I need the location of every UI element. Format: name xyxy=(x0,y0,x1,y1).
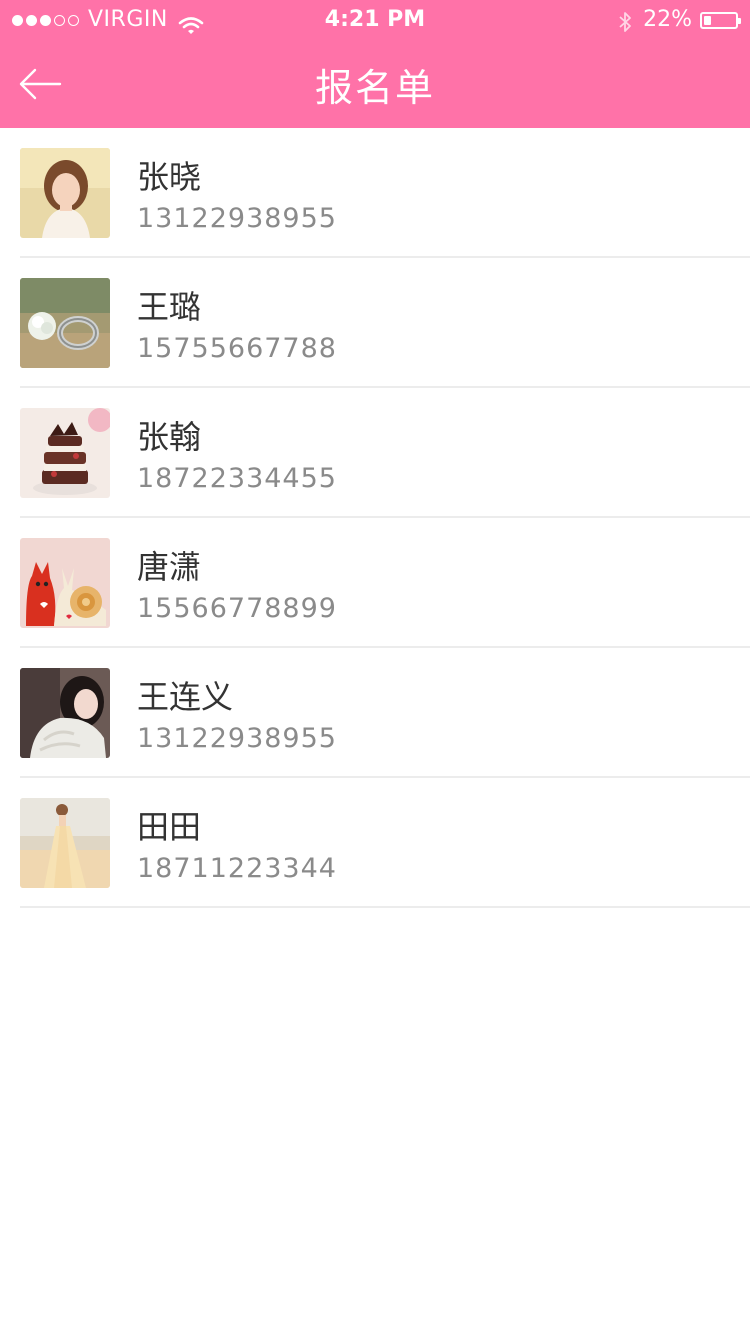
registrant-name: 王连义 xyxy=(137,678,234,716)
ring-flower-avatar xyxy=(20,278,110,368)
bluetooth-icon xyxy=(617,8,633,32)
list-item[interactable]: 唐潇 15566778899 xyxy=(0,518,750,648)
list-item[interactable]: 王连义 13122938955 xyxy=(0,648,750,778)
page-title: 报名单 xyxy=(314,66,435,110)
divider xyxy=(20,906,750,908)
list-item[interactable]: 田田 18711223344 xyxy=(0,778,750,908)
registrant-phone: 13122938955 xyxy=(137,723,337,754)
registrant-name: 张晓 xyxy=(137,158,202,196)
list-item[interactable]: 张晓 13122938955 xyxy=(0,128,750,258)
registrant-phone: 15566778899 xyxy=(137,593,337,624)
registrant-phone: 18722334455 xyxy=(137,463,337,494)
woman-portrait-avatar xyxy=(20,148,110,238)
header: VIRGIN 4:21 PM 22% 报名单 xyxy=(0,0,750,128)
battery-icon xyxy=(700,11,741,29)
status-right: 22% xyxy=(617,0,741,40)
registrant-phone: 18711223344 xyxy=(137,853,337,884)
list-item[interactable]: 张翰 18722334455 xyxy=(0,388,750,518)
nav-bar: 报名单 xyxy=(0,40,750,128)
list-item[interactable]: 王璐 15755667788 xyxy=(0,258,750,388)
girl-sweater-avatar xyxy=(20,668,110,758)
battery-level xyxy=(704,15,711,25)
registrant-name: 张翰 xyxy=(137,418,202,456)
registrant-name: 王璐 xyxy=(137,288,202,326)
registrant-phone: 15755667788 xyxy=(137,333,337,364)
battery-percent: 22% xyxy=(643,7,692,32)
cake-avatar xyxy=(20,408,110,498)
registrant-name: 唐潇 xyxy=(137,548,202,586)
beach-dress-avatar xyxy=(20,798,110,888)
registrant-list: 张晓 13122938955 王璐 15755667788 张翰 1872233… xyxy=(0,128,750,908)
registrant-phone: 13122938955 xyxy=(137,203,337,234)
registrant-name: 田田 xyxy=(137,808,202,846)
status-bar: VIRGIN 4:21 PM 22% xyxy=(0,0,750,40)
snail-toys-avatar xyxy=(20,538,110,628)
